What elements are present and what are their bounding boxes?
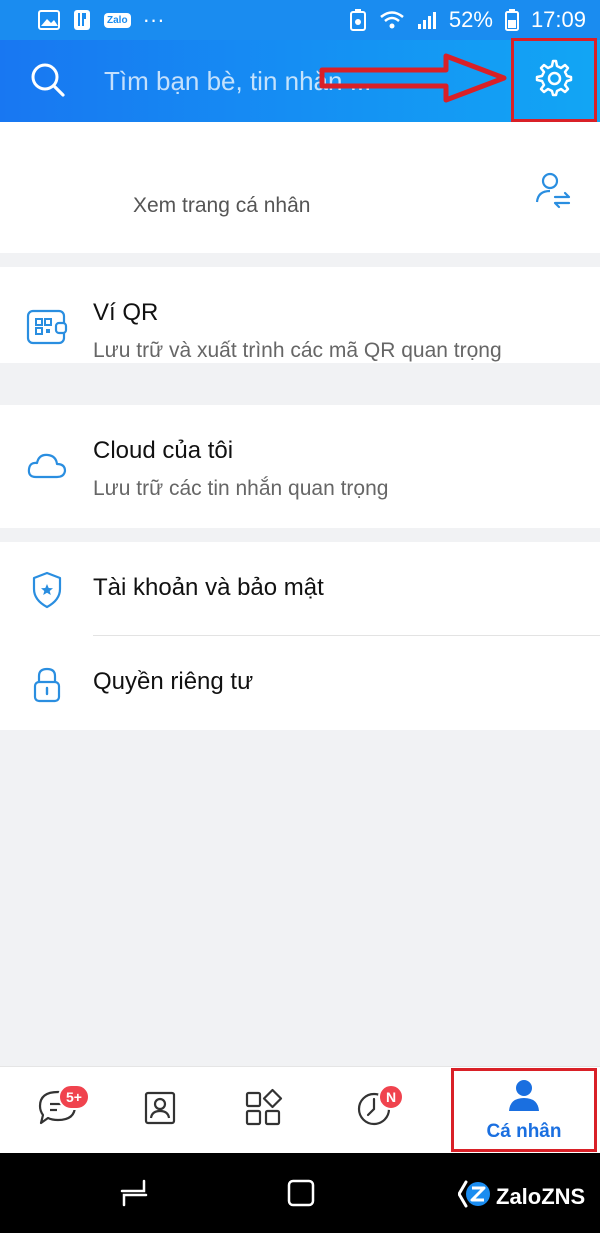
shield-icon [26,569,68,611]
gear-icon [534,58,574,103]
status-bar: Zalo ··· 52% 17:09 [0,0,600,40]
my-cloud-subtitle: Lưu trữ các tin nhắn quan trọng [93,477,389,500]
recycle-icon [349,9,367,31]
tab-discover[interactable] [224,1067,304,1154]
menu-item-qr-wallet[interactable]: Ví QR Lưu trữ và xuất trình các mã QR qu… [0,267,600,363]
gallery-icon [38,10,60,30]
tab-contacts[interactable] [120,1067,200,1154]
qr-wallet-icon [26,307,68,349]
qr-wallet-title: Ví QR [93,299,159,326]
settings-button[interactable] [511,38,597,122]
tab-profile-label: Cá nhân [486,1120,562,1142]
switch-account-icon[interactable] [533,170,573,210]
lock-icon [26,664,68,706]
restaurant-icon [72,9,92,31]
status-left: Zalo ··· [38,7,165,33]
timeline-badge: N [378,1084,405,1110]
apps-grid-icon [244,1088,284,1133]
messages-badge: 5+ [58,1084,90,1110]
zalozns-watermark: ZaloZNS [457,1179,586,1215]
menu-item-privacy[interactable]: Quyền riêng tư [0,636,600,730]
menu-item-my-cloud[interactable]: Cloud của tôi Lưu trữ các tin nhắn quan … [0,405,600,528]
watermark-text: ZaloZNS [496,1184,586,1209]
clock: 17:09 [530,7,586,32]
red-arrow-annotation-icon [319,53,507,103]
tab-messages[interactable]: 5+ [18,1067,98,1154]
system-navigation-bar: ZaloZNS [0,1153,600,1233]
home-icon[interactable] [285,1177,317,1214]
privacy-title: Quyền riêng tư [93,668,254,695]
qr-wallet-subtitle: Lưu trữ và xuất trình các mã QR quan trọ… [93,339,502,362]
contacts-icon [143,1090,177,1131]
status-right: 52% 17:09 [349,7,586,33]
account-security-title: Tài khoản và bảo mật [93,574,324,601]
view-profile-label: Xem trang cá nhân [133,194,311,217]
settings-group: Tài khoản và bảo mật Quyền riêng tư [0,542,600,730]
search-icon[interactable] [28,60,68,100]
zalo-notification-icon: Zalo [104,12,131,28]
tab-profile[interactable]: Cá nhân [451,1068,597,1152]
my-cloud-title: Cloud của tôi [93,437,234,464]
recents-icon[interactable] [118,1177,150,1214]
profile-card[interactable]: Xem trang cá nhân [0,122,600,253]
zalozns-logo-icon [457,1179,492,1215]
menu-item-account-security[interactable]: Tài khoản và bảo mật [0,542,600,635]
tab-timeline[interactable]: N [334,1067,414,1154]
cloud-icon [26,445,68,487]
signal-icon [417,10,437,30]
wifi-icon [379,10,405,30]
battery-percent: 52% [448,7,493,32]
person-icon [507,1078,541,1117]
more-notifications: ··· [142,7,165,32]
battery-icon [504,9,519,31]
app-header [0,38,600,122]
